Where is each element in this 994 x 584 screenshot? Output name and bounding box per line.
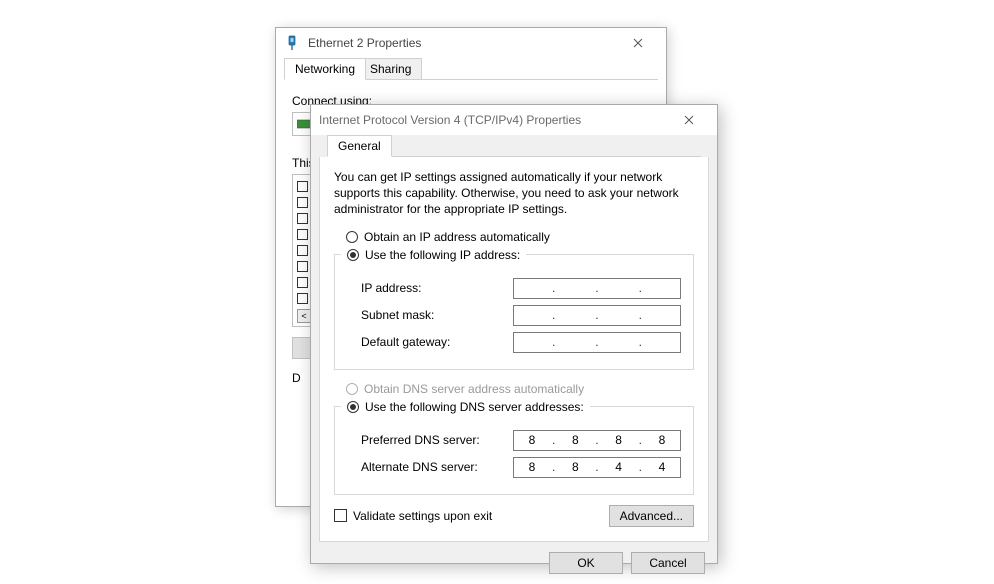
tab-sharing[interactable]: Sharing [359,58,422,80]
ipv4-properties-window: Internet Protocol Version 4 (TCP/IPv4) P… [310,104,718,564]
subnet-mask-input[interactable]: . . . [513,305,681,326]
radio-dns-auto: Obtain DNS server address automatically [334,380,694,398]
window-title-front: Internet Protocol Version 4 (TCP/IPv4) P… [319,113,667,127]
radio-ip-manual-label: Use the following IP address: [365,248,520,262]
titlebar-front[interactable]: Internet Protocol Version 4 (TCP/IPv4) P… [311,105,717,135]
dns-group: Use the following DNS server addresses: … [334,398,694,495]
tab-row-front: General [327,135,701,157]
cancel-button[interactable]: Cancel [631,552,705,574]
window-title-back: Ethernet 2 Properties [308,36,616,50]
preferred-dns-input[interactable]: 8. 8. 8. 8 [513,430,681,451]
checkbox-icon [334,509,347,522]
radio-ip-auto-label: Obtain an IP address automatically [364,230,550,244]
ip-address-input[interactable]: . . . [513,278,681,299]
radio-dns-manual[interactable]: Use the following DNS server addresses: [341,398,590,416]
ip-address-label: IP address: [361,281,513,295]
close-button-front[interactable] [667,106,711,135]
intro-text: You can get IP settings assigned automat… [334,169,694,218]
titlebar-back[interactable]: Ethernet 2 Properties [276,28,666,58]
radio-ip-auto[interactable]: Obtain an IP address automatically [334,228,694,246]
validate-label: Validate settings upon exit [353,509,492,523]
subnet-mask-label: Subnet mask: [361,308,513,322]
ok-button[interactable]: OK [549,552,623,574]
radio-dns-auto-label: Obtain DNS server address automatically [364,382,584,396]
radio-icon [347,249,359,261]
tab-row-back: Networking Sharing [284,58,658,80]
radio-icon [346,383,358,395]
gateway-input[interactable]: . . . [513,332,681,353]
validate-checkbox[interactable]: Validate settings upon exit [334,509,492,523]
radio-dns-manual-label: Use the following DNS server addresses: [365,400,584,414]
tab-general[interactable]: General [327,135,392,157]
radio-icon [347,401,359,413]
ip-group: Use the following IP address: IP address… [334,246,694,370]
radio-ip-manual[interactable]: Use the following IP address: [341,246,526,264]
advanced-button[interactable]: Advanced... [609,505,694,527]
close-button-back[interactable] [616,29,660,58]
ethernet-icon [284,35,300,51]
alternate-dns-label: Alternate DNS server: [361,460,513,474]
preferred-dns-label: Preferred DNS server: [361,433,513,447]
radio-icon [346,231,358,243]
gateway-label: Default gateway: [361,335,513,349]
tab-networking[interactable]: Networking [284,58,366,80]
alternate-dns-input[interactable]: 8. 8. 4. 4 [513,457,681,478]
